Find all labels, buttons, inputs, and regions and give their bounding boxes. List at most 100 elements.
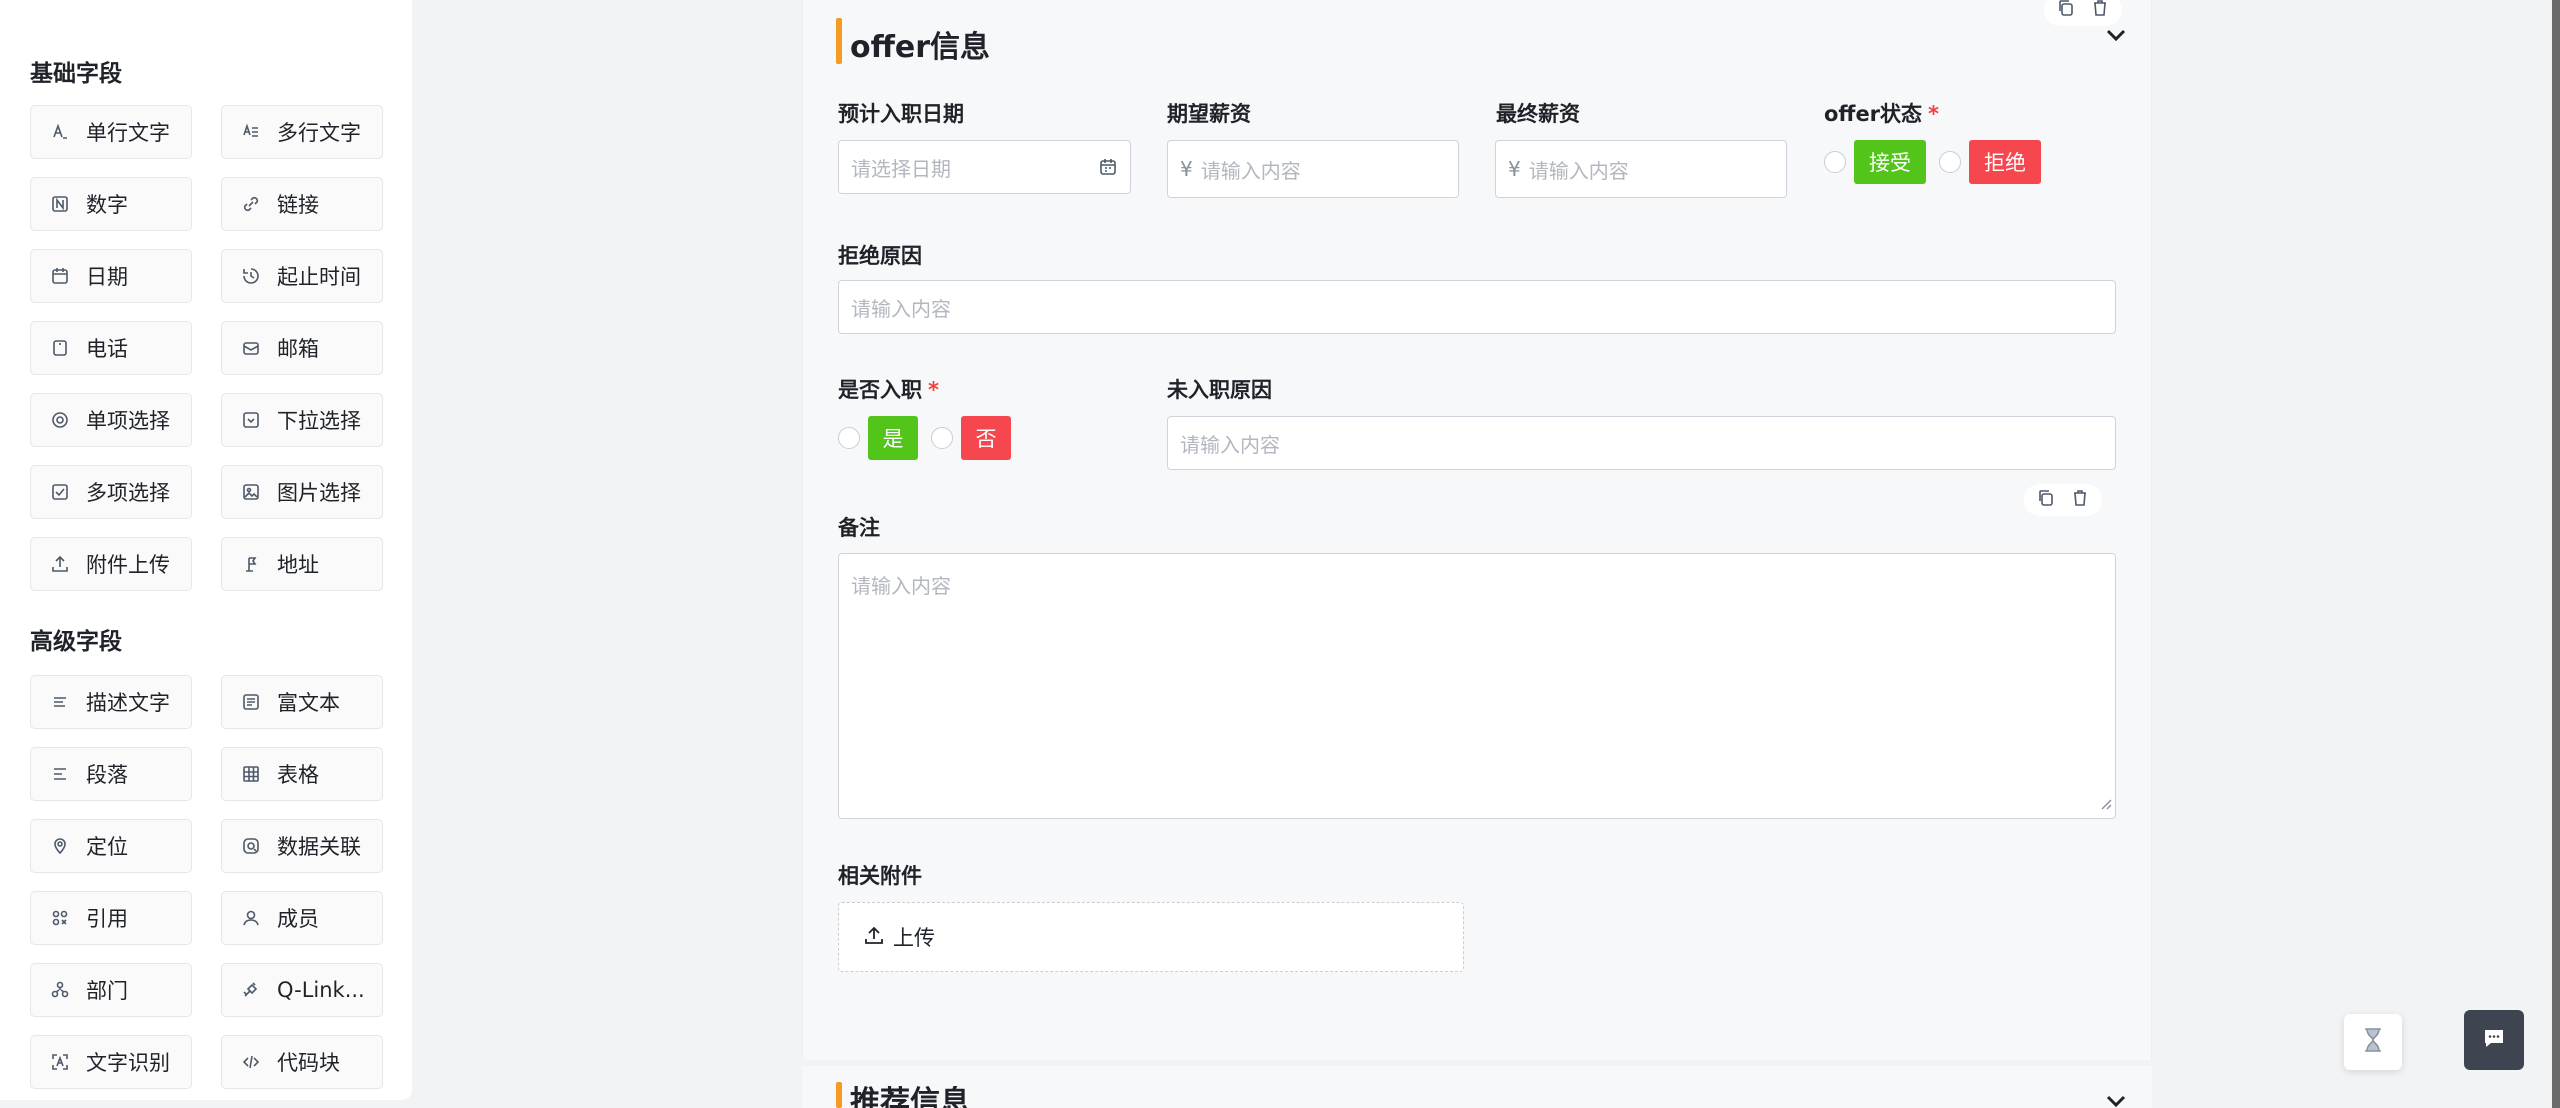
copy-icon[interactable] [2036, 488, 2056, 512]
upload-button[interactable]: 上传 [838, 902, 1464, 972]
field-label: 文字识别 [86, 1051, 170, 1075]
field-toolbar [2024, 484, 2102, 516]
final-salary-label: 最终薪资 [1496, 102, 1580, 126]
field-label: 图片选择 [277, 481, 361, 505]
next-section-accent-bar [836, 1082, 842, 1108]
joined-label: 是否入职 * [838, 374, 939, 404]
field-label: 邮箱 [277, 337, 319, 361]
joined-yes-tag[interactable]: 是 [868, 416, 918, 460]
expected-salary-input[interactable]: ¥ 请输入内容 [1167, 140, 1459, 198]
final-salary-placeholder: 请输入内容 [1528, 158, 1629, 183]
field-label: 多项选择 [86, 481, 170, 505]
field-link-button[interactable]: 链接 [221, 177, 383, 231]
field-label: 链接 [277, 193, 319, 217]
resize-handle-icon[interactable] [2098, 791, 2112, 815]
offer-reject-tag[interactable]: 拒绝 [1969, 140, 2041, 184]
calendar-icon [49, 265, 71, 287]
offer-status-label-text: offer状态 [1824, 102, 1923, 126]
field-label: 附件上传 [86, 553, 170, 577]
field-rich-text-button[interactable]: 富文本 [221, 675, 383, 729]
hourglass-button[interactable] [2344, 1014, 2402, 1070]
link-icon [240, 193, 262, 215]
field-member-button[interactable]: 成员 [221, 891, 383, 945]
field-dropdown-button[interactable]: 下拉选择 [221, 393, 383, 447]
mail-icon [240, 337, 262, 359]
single-line-text-icon [49, 121, 71, 143]
field-table-button[interactable]: 表格 [221, 747, 383, 801]
field-time-range-button[interactable]: 起止时间 [221, 249, 383, 303]
field-checkbox-button[interactable]: 多项选择 [30, 465, 192, 519]
offer-accept-radio[interactable] [1824, 151, 1846, 173]
field-upload-button[interactable]: 附件上传 [30, 537, 192, 591]
attachment-label: 相关附件 [838, 864, 922, 888]
field-number-button[interactable]: 数字 [30, 177, 192, 231]
offer-accept-tag[interactable]: 接受 [1854, 140, 1926, 184]
entry-date-picker[interactable]: 请选择日期 [838, 140, 1131, 194]
remark-textarea[interactable]: 请输入内容 [838, 553, 2116, 819]
field-label: 部门 [86, 979, 128, 1003]
data-link-icon [240, 835, 262, 857]
q-link-icon [240, 979, 262, 1001]
location-icon [49, 835, 71, 857]
field-description-button[interactable]: 描述文字 [30, 675, 192, 729]
department-icon [49, 979, 71, 1001]
field-label: 单项选择 [86, 409, 170, 433]
field-q-link-button[interactable]: Q-Link... [221, 963, 383, 1017]
offer-reject-radio[interactable] [1939, 151, 1961, 173]
entry-date-placeholder: 请选择日期 [851, 156, 951, 181]
field-label: 代码块 [277, 1051, 340, 1075]
upload-icon [863, 924, 893, 951]
field-paragraph-button[interactable]: 段落 [30, 747, 192, 801]
field-label: 富文本 [277, 691, 340, 715]
field-label: 段落 [86, 763, 128, 787]
final-salary-input[interactable]: ¥ 请输入内容 [1495, 140, 1787, 198]
reject-reason-input[interactable]: 请输入内容 [838, 280, 2116, 334]
field-palette: 基础字段 单行文字 多行文字 数字 链接 日期 起止时间 电话 邮箱 单项选择 下拉选择 多项选择 图… [0, 0, 412, 1100]
expected-salary-placeholder: 请输入内容 [1200, 158, 1301, 183]
field-reference-button[interactable]: 引用 [30, 891, 192, 945]
window-edge [2552, 0, 2560, 1108]
checkbox-icon [49, 481, 71, 503]
remark-label: 备注 [838, 516, 880, 540]
table-icon [240, 763, 262, 785]
field-department-button[interactable]: 部门 [30, 963, 192, 1017]
field-data-link-button[interactable]: 数据关联 [221, 819, 383, 873]
expected-salary-label: 期望薪资 [1167, 102, 1251, 126]
field-calendar-button[interactable]: 日期 [30, 249, 192, 303]
entry-date-label: 预计入职日期 [838, 102, 964, 126]
joined-yes-radio[interactable] [838, 427, 860, 449]
phone-icon [49, 337, 71, 359]
chat-button[interactable] [2464, 1010, 2524, 1070]
field-ocr-button[interactable]: 文字识别 [30, 1035, 192, 1089]
field-radio-button[interactable]: 单项选择 [30, 393, 192, 447]
field-phone-button[interactable]: 电话 [30, 321, 192, 375]
hourglass-icon [2358, 1025, 2388, 1059]
field-multi-line-text-button[interactable]: 多行文字 [221, 105, 383, 159]
field-image-button[interactable]: 图片选择 [221, 465, 383, 519]
not-joined-reason-placeholder: 请输入内容 [1180, 432, 1280, 457]
not-joined-reason-input[interactable]: 请输入内容 [1167, 416, 2116, 470]
field-label: 地址 [277, 553, 319, 577]
field-code-button[interactable]: 代码块 [221, 1035, 383, 1089]
trash-icon[interactable] [2090, 0, 2110, 22]
field-label: 定位 [86, 835, 128, 859]
remark-placeholder: 请输入内容 [851, 574, 951, 598]
field-address-button[interactable]: 地址 [221, 537, 383, 591]
field-location-button[interactable]: 定位 [30, 819, 192, 873]
joined-no-radio[interactable] [931, 427, 953, 449]
next-section-chevron-icon[interactable] [2103, 1088, 2129, 1108]
member-icon [240, 907, 262, 929]
multi-line-text-icon [240, 121, 262, 143]
section-accent-bar [836, 18, 842, 64]
copy-icon[interactable] [2056, 0, 2076, 22]
joined-no-tag[interactable]: 否 [961, 416, 1011, 460]
field-mail-button[interactable]: 邮箱 [221, 321, 383, 375]
trash-icon[interactable] [2070, 488, 2090, 512]
field-single-line-text-button[interactable]: 单行文字 [30, 105, 192, 159]
offer-status-label: offer状态 * [1824, 98, 1939, 128]
collapse-chevron-icon[interactable] [2103, 22, 2129, 52]
joined-label-text: 是否入职 [838, 378, 922, 402]
reference-icon [49, 907, 71, 929]
not-joined-reason-label: 未入职原因 [1167, 378, 1272, 402]
field-label: 下拉选择 [277, 409, 361, 433]
